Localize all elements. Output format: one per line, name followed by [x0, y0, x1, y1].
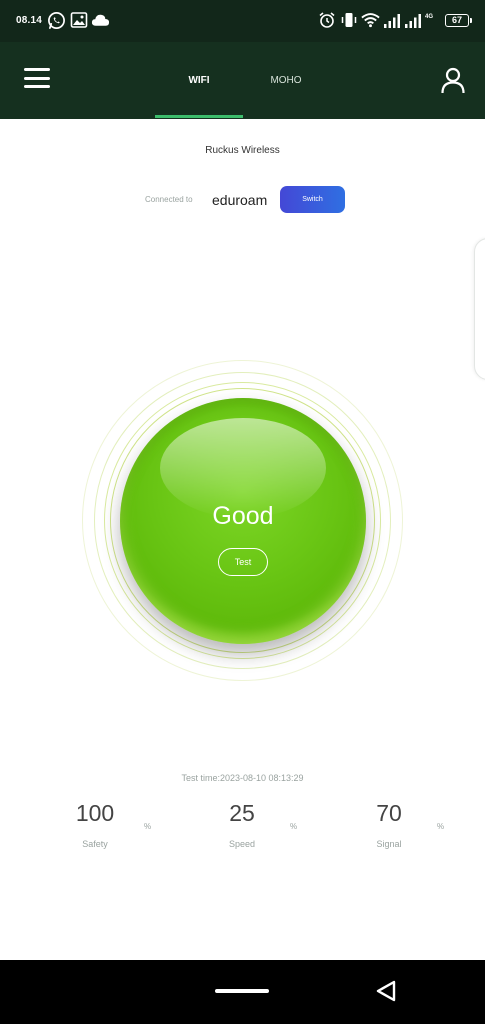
stat-value: 70 — [376, 800, 402, 826]
app-header: WIFI MOHO — [0, 42, 485, 119]
stat-safety: 100 Safety — [35, 800, 155, 849]
home-pill-icon[interactable] — [215, 989, 269, 993]
status-time: 08.14 — [16, 15, 43, 26]
system-nav-bar — [0, 960, 485, 1024]
status-bar: 08.14 4G 67 — [0, 0, 485, 42]
switch-button[interactable]: Switch — [280, 186, 345, 213]
alarm-icon — [318, 11, 336, 34]
stat-signal: 70 Signal — [329, 800, 449, 849]
battery-icon: 67 — [445, 14, 472, 27]
cloud-icon — [91, 13, 110, 32]
ssid-label: eduroam — [212, 192, 268, 208]
stat-speed: 25 Speed — [182, 800, 302, 849]
test-time: Test time:2023-08-10 08:13:29 — [181, 773, 304, 783]
connected-to-label: Connected to — [145, 195, 193, 204]
stat-unit: % — [290, 822, 298, 831]
test-button[interactable]: Test — [218, 548, 268, 576]
user-icon[interactable] — [440, 66, 466, 94]
stat-label: Safety — [82, 839, 108, 849]
signal-icon — [383, 13, 401, 34]
gallery-icon — [70, 11, 88, 34]
vibrate-icon — [340, 11, 358, 34]
stat-value: 100 — [75, 800, 115, 826]
tab-moho[interactable]: MOHO — [250, 42, 322, 119]
stat-unit: % — [144, 822, 152, 831]
signal-icon — [404, 13, 422, 34]
menu-icon — [24, 68, 50, 71]
stat-value: 25 — [229, 800, 255, 826]
stat-label: Speed — [228, 839, 256, 849]
whatsapp-icon — [47, 11, 66, 35]
stat-label: Signal — [376, 839, 402, 849]
status-gauge: Good Test — [82, 360, 403, 681]
active-tab-indicator — [155, 115, 243, 118]
network-name: Ruckus Wireless — [205, 145, 280, 156]
back-icon[interactable] — [374, 979, 398, 1003]
status-text: Good — [212, 502, 274, 530]
network-type-label: 4G — [425, 14, 434, 20]
stat-unit: % — [437, 822, 445, 831]
menu-button[interactable] — [24, 68, 52, 90]
status-circle[interactable]: Good Test — [120, 398, 366, 644]
tab-wifi[interactable]: WIFI — [155, 42, 243, 119]
wifi-icon — [361, 12, 380, 33]
side-drawer-handle[interactable] — [474, 238, 485, 380]
